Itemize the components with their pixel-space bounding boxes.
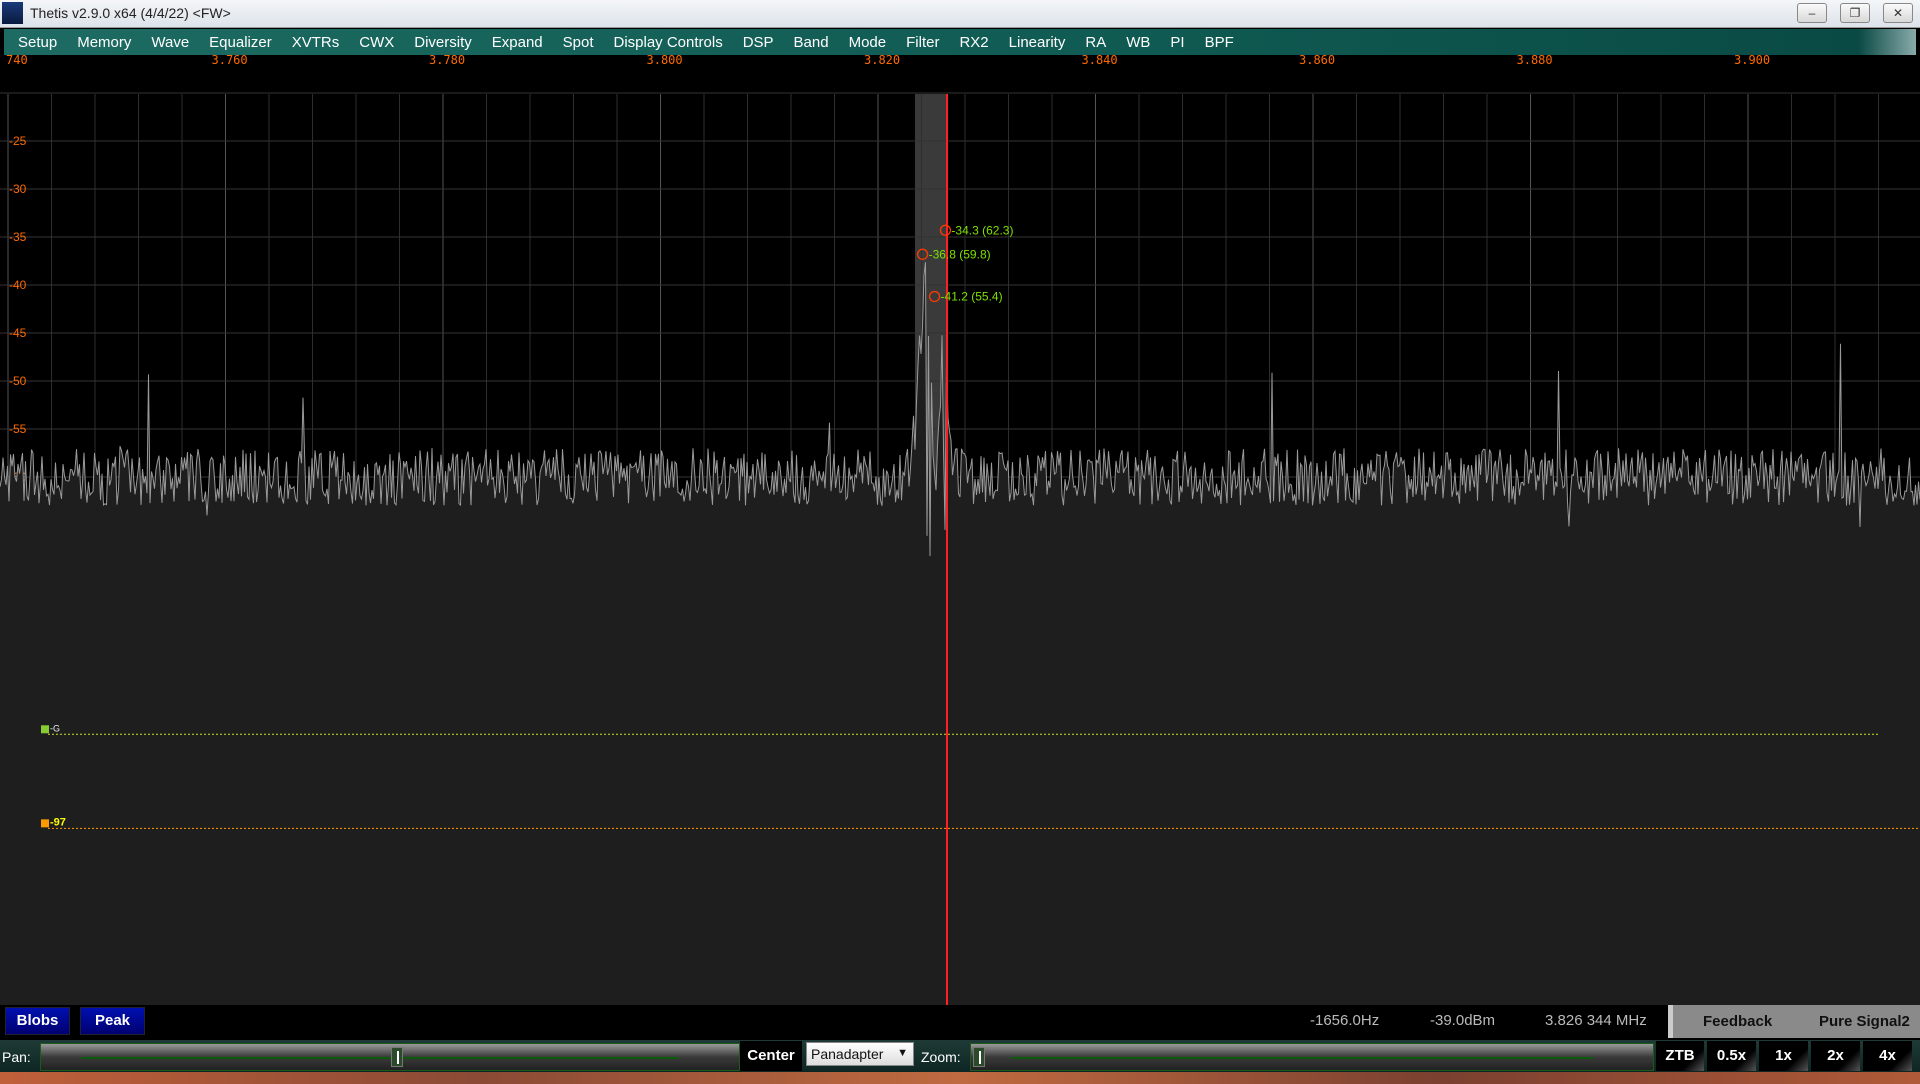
desktop-background bbox=[0, 1072, 1920, 1084]
menu-dsp[interactable]: DSP bbox=[743, 34, 774, 51]
menu-display-controls[interactable]: Display Controls bbox=[613, 34, 722, 51]
menu-filter[interactable]: Filter bbox=[906, 34, 939, 51]
cursor-frequency-readout: 3.826 344 MHz bbox=[1545, 1012, 1647, 1029]
menu-pi[interactable]: PI bbox=[1170, 34, 1184, 51]
db-label: -50 bbox=[9, 374, 27, 388]
menu-ra[interactable]: RA bbox=[1085, 34, 1106, 51]
menu-bpf[interactable]: BPF bbox=[1205, 34, 1234, 51]
zoom-slider-thumb[interactable] bbox=[973, 1047, 985, 1067]
close-button[interactable]: ✕ bbox=[1883, 3, 1913, 23]
zoom-slider[interactable] bbox=[970, 1043, 1654, 1071]
menu-expand[interactable]: Expand bbox=[492, 34, 543, 51]
menu-memory[interactable]: Memory bbox=[77, 34, 131, 51]
zoom-label: Zoom: bbox=[921, 1049, 961, 1065]
peak-label: -36.8 (59.8) bbox=[929, 247, 991, 261]
pure-signal-panel: Feedback Pure Signal2 bbox=[1668, 1005, 1920, 1038]
freq-label: 3.880 bbox=[1517, 55, 1553, 67]
freq-label: 3.840 bbox=[1082, 55, 1118, 67]
dropdown-arrow-icon: ▼ bbox=[897, 1047, 908, 1059]
app-logo-icon bbox=[2, 2, 23, 24]
peak-label: -34.3 (62.3) bbox=[951, 223, 1013, 237]
peak-button[interactable]: Peak bbox=[80, 1007, 145, 1035]
center-button[interactable]: Center bbox=[740, 1041, 802, 1071]
restore-button[interactable]: ❐ bbox=[1840, 3, 1870, 23]
menu-cwx[interactable]: CWX bbox=[359, 34, 394, 51]
freq-label: 740 bbox=[6, 55, 28, 67]
zoom-0.5x-button[interactable]: 0.5x bbox=[1707, 1041, 1756, 1071]
pure-signal-indicator[interactable]: Pure Signal2 bbox=[1819, 1013, 1910, 1030]
noise-floor-handle-icon[interactable] bbox=[41, 819, 49, 828]
zoom-2x-button[interactable]: 2x bbox=[1811, 1041, 1860, 1071]
menu-wb[interactable]: WB bbox=[1126, 34, 1150, 51]
panadapter-display[interactable]: 740 3.760 3.780 3.800 3.820 3.840 3.860 3.880 3.… bbox=[0, 55, 1920, 1005]
noise-floor-label: -97 bbox=[50, 816, 66, 828]
freq-label: 3.860 bbox=[1299, 55, 1335, 67]
zoom-4x-button[interactable]: 4x bbox=[1863, 1041, 1912, 1071]
db-label: -55 bbox=[9, 422, 27, 436]
cursor-offset-readout: -1656.0Hz bbox=[1310, 1012, 1380, 1029]
pan-label: Pan: bbox=[2, 1049, 31, 1065]
peak-label: -41.2 (55.4) bbox=[941, 290, 1003, 304]
menu-xvtrs[interactable]: XVTRs bbox=[292, 34, 340, 51]
freq-label: 3.820 bbox=[864, 55, 900, 67]
display-mode-value: Panadapter bbox=[811, 1046, 884, 1062]
db-label: -25 bbox=[9, 134, 27, 148]
menu-diversity[interactable]: Diversity bbox=[414, 34, 472, 51]
agc-label: -G bbox=[50, 723, 60, 733]
ztb-button[interactable]: ZTB bbox=[1656, 1041, 1704, 1071]
pan-slider-thumb[interactable] bbox=[391, 1047, 403, 1067]
agc-handle-icon[interactable] bbox=[41, 725, 49, 734]
freq-label: 3.800 bbox=[647, 55, 683, 67]
zoom-1x-button[interactable]: 1x bbox=[1759, 1041, 1808, 1071]
db-label: -35 bbox=[9, 230, 27, 244]
spectrum-fill bbox=[0, 262, 1920, 1005]
menu-mode[interactable]: Mode bbox=[849, 34, 887, 51]
cursor-level-readout: -39.0dBm bbox=[1430, 1012, 1496, 1029]
db-label: -45 bbox=[9, 326, 27, 340]
window-title: Thetis v2.9.0 x64 (4/4/22) <FW> bbox=[30, 5, 231, 21]
status-row: Blobs Peak -1656.0Hz -39.0dBm 3.826 344 … bbox=[0, 1005, 1920, 1040]
menu-equalizer[interactable]: Equalizer bbox=[209, 34, 272, 51]
pan-slider[interactable] bbox=[40, 1043, 740, 1071]
freq-label: 3.900 bbox=[1734, 55, 1770, 67]
db-label: -40 bbox=[9, 278, 27, 292]
menu-band[interactable]: Band bbox=[794, 34, 829, 51]
freq-label: 3.780 bbox=[429, 55, 465, 67]
menu-linearity[interactable]: Linearity bbox=[1009, 34, 1066, 51]
menu-spot[interactable]: Spot bbox=[563, 34, 594, 51]
menu-wave[interactable]: Wave bbox=[151, 34, 189, 51]
menu-bar: Setup Memory Wave Equalizer XVTRs CWX Diversit… bbox=[4, 29, 1916, 55]
db-label: -30 bbox=[9, 182, 27, 196]
spectrum-svg: 740 3.760 3.780 3.800 3.820 3.840 3.860 3.880 3.… bbox=[0, 55, 1920, 1005]
display-mode-select[interactable]: Panadapter ▼ bbox=[806, 1042, 914, 1066]
menu-setup[interactable]: Setup bbox=[18, 34, 57, 51]
menu-rx2[interactable]: RX2 bbox=[959, 34, 988, 51]
blobs-button[interactable]: Blobs bbox=[5, 1007, 70, 1035]
feedback-indicator[interactable]: Feedback bbox=[1703, 1013, 1772, 1030]
minimize-button[interactable]: – bbox=[1797, 3, 1827, 23]
control-row: Pan: Center Panadapter ▼ Zoom: ZTB 0.5x 1… bbox=[0, 1040, 1920, 1072]
freq-label: 3.760 bbox=[212, 55, 248, 67]
title-bar: Thetis v2.9.0 x64 (4/4/22) <FW> – ❐ ✕ bbox=[0, 0, 1920, 28]
